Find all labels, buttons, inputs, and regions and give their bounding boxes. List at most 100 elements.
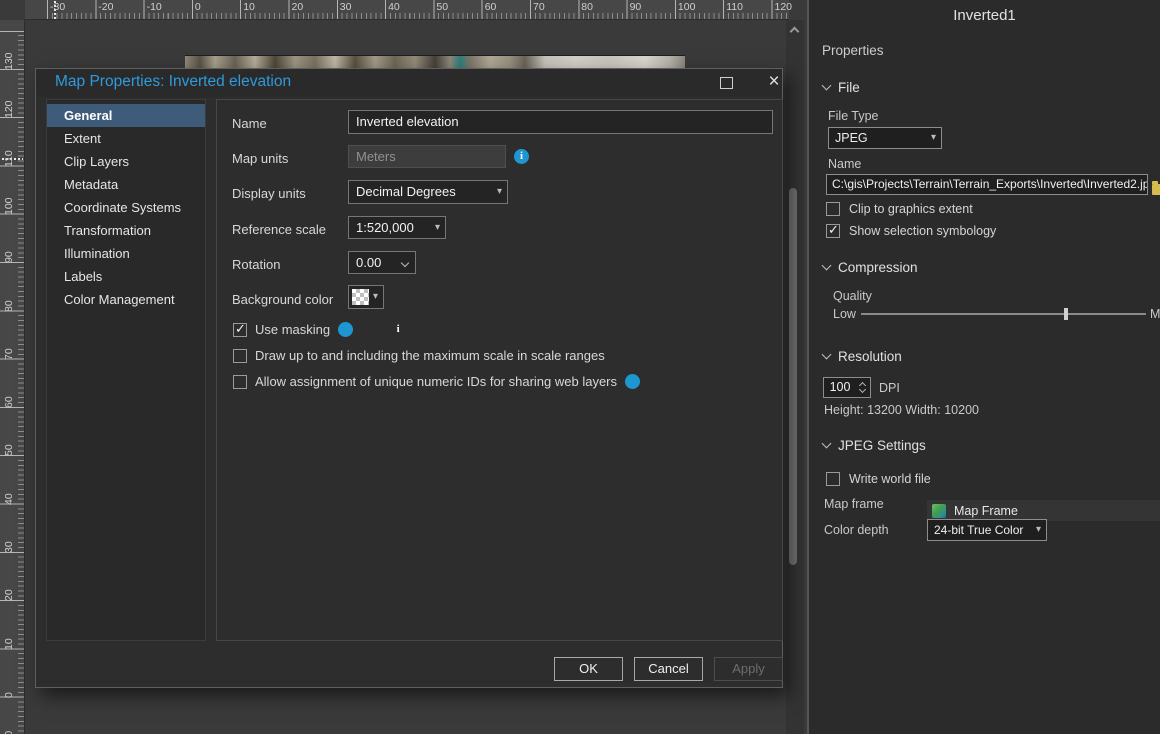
sidebar-item-illumination[interactable]: Illumination: [47, 242, 205, 265]
checkbox-use-masking[interactable]: [233, 323, 247, 337]
ruler-tick-label: 30: [3, 519, 15, 553]
info-icon[interactable]: [338, 322, 353, 337]
dialog-content: Name Inverted elevation Map units Meters…: [216, 99, 783, 641]
app-window: -30 -20 -10 0 10 20 30 40 50 60 70 80 90 100 110 120 13…: [0, 0, 1160, 734]
chevron-down-icon: [822, 439, 832, 449]
dialog-title-bar[interactable]: Map Properties: Inverted elevation ×: [36, 69, 782, 97]
ruler-tick-label: 10: [243, 1, 255, 13]
ruler-corner: [0, 0, 25, 20]
ruler-tick-label: 60: [3, 374, 15, 408]
chevron-down-icon: ▾: [435, 217, 440, 239]
ruler-tick-label: -30: [50, 1, 65, 13]
map-frame-select[interactable]: Map Frame: [927, 500, 1160, 521]
ruler-tick-label: 10: [3, 616, 15, 650]
selection-symbology-row: Show selection symbology: [826, 224, 996, 238]
name-input[interactable]: Inverted elevation: [348, 110, 773, 134]
ruler-tick-label: 130: [3, 36, 15, 70]
sidebar-item-transformation[interactable]: Transformation: [47, 219, 205, 242]
file-path-input[interactable]: C:\gis\Projects\Terrain\Terrain_Exports\…: [826, 174, 1148, 195]
chevron-down-icon: [401, 259, 409, 267]
quality-slider[interactable]: [861, 313, 1146, 315]
no-color-swatch: [352, 289, 369, 305]
vertical-ruler: 1301201101009080706050403020100-10: [0, 20, 25, 734]
ruler-tick-label: 70: [533, 1, 545, 13]
clip-graphics-checkbox[interactable]: [826, 202, 840, 216]
sidebar-item-general[interactable]: General: [47, 104, 205, 127]
info-icon[interactable]: [625, 374, 640, 389]
quality-label: Quality: [833, 289, 872, 303]
chevron-down-icon: ▾: [497, 181, 502, 203]
rotation-combo[interactable]: 0.00: [348, 251, 416, 274]
quality-slider-thumb[interactable]: [1064, 308, 1068, 320]
horizontal-ruler: -30-20-100102030405060708090100110120: [25, 0, 789, 20]
ruler-tick-label: 80: [3, 278, 15, 312]
chevron-down-icon: ▾: [931, 128, 936, 148]
quality-max-label: M: [1150, 307, 1160, 321]
write-world-file-row: Write world file: [826, 472, 931, 486]
checkbox-label: Allow assignment of unique numeric IDs f…: [255, 374, 617, 389]
rotation-label: Rotation: [232, 257, 280, 272]
display-units-label: Display units: [232, 186, 306, 201]
chevron-down-icon: [822, 81, 832, 91]
ruler-tick-label: 40: [388, 1, 400, 13]
file-type-dropdown[interactable]: JPEG ▾: [828, 127, 942, 149]
dimensions-text: Height: 13200 Width: 10200: [824, 403, 979, 417]
ok-button[interactable]: OK: [554, 657, 623, 681]
file-name-label: Name: [828, 157, 861, 171]
dialog-title: Map Properties: Inverted elevation: [55, 73, 291, 91]
checkbox-draw-up[interactable]: [233, 349, 247, 363]
sidebar-item-labels[interactable]: Labels: [47, 265, 205, 288]
ruler-tick-label: 100: [3, 181, 15, 215]
cancel-button[interactable]: Cancel: [634, 657, 703, 681]
ruler-tick-label: -10: [147, 1, 162, 13]
chevron-down-icon: [822, 261, 832, 271]
info-icon[interactable]: [514, 149, 529, 164]
sidebar-item-extent[interactable]: Extent: [47, 127, 205, 150]
document-title: Inverted1: [809, 7, 1160, 24]
map-units-label: Map units: [232, 151, 288, 166]
color-depth-dropdown[interactable]: 24-bit True Color ▾: [927, 519, 1047, 541]
ruler-tick-label: 0: [195, 1, 201, 13]
ruler-tick-label: 90: [3, 229, 15, 263]
close-icon[interactable]: ×: [763, 70, 785, 94]
sidebar-item-color-management[interactable]: Color Management: [47, 288, 205, 311]
background-color-picker[interactable]: ▾: [348, 285, 384, 309]
sidebar-item-metadata[interactable]: Metadata: [47, 173, 205, 196]
name-label: Name: [232, 116, 267, 131]
section-compression[interactable]: Compression: [823, 260, 918, 275]
display-units-dropdown[interactable]: Decimal Degrees ▾: [348, 180, 508, 204]
ruler-tick-label: 50: [436, 1, 448, 13]
file-type-label: File Type: [828, 109, 879, 123]
checkbox-allow-assignment[interactable]: [233, 375, 247, 389]
ruler-tick-label: 120: [3, 84, 15, 118]
write-world-file-checkbox[interactable]: [826, 472, 840, 486]
browse-folder-icon[interactable]: [1152, 184, 1160, 195]
chevron-down-icon: [822, 350, 832, 360]
sidebar-item-coordinate-systems[interactable]: Coordinate Systems: [47, 196, 205, 219]
ruler-tick-label: -10: [3, 712, 15, 734]
ruler-tick-label: 90: [630, 1, 642, 13]
layout-map-preview-strip: [185, 55, 685, 68]
maximize-icon[interactable]: [720, 77, 733, 89]
checkbox-row: Allow assignment of unique numeric IDs f…: [233, 374, 640, 389]
checkbox-label: Draw up to and including the maximum sca…: [255, 348, 605, 363]
ruler-tick-label: 70: [3, 326, 15, 360]
section-resolution[interactable]: Resolution: [823, 349, 902, 364]
scroll-up-icon[interactable]: [790, 27, 800, 37]
dialog-sidebar: GeneralExtentClip LayersMetadataCoordina…: [46, 99, 206, 641]
ruler-tick-label: 120: [775, 1, 793, 13]
quality-low-label: Low: [833, 307, 856, 321]
ruler-tick-label: 20: [292, 1, 304, 13]
ruler-tick-label: -20: [98, 1, 113, 13]
reference-scale-label: Reference scale: [232, 222, 326, 237]
reference-scale-dropdown[interactable]: 1:520,000 ▾: [348, 216, 446, 239]
dpi-spinner[interactable]: 100: [823, 377, 871, 398]
ruler-tick-label: 100: [678, 1, 696, 13]
selection-symbology-checkbox[interactable]: [826, 224, 840, 238]
ruler-tick-label: 40: [3, 471, 15, 505]
section-jpeg-settings[interactable]: JPEG Settings: [823, 438, 926, 453]
ruler-tick-label: 110: [3, 133, 15, 167]
sidebar-item-clip-layers[interactable]: Clip Layers: [47, 150, 205, 173]
spinner-down-icon[interactable]: [859, 386, 866, 393]
section-file[interactable]: File: [823, 80, 860, 95]
